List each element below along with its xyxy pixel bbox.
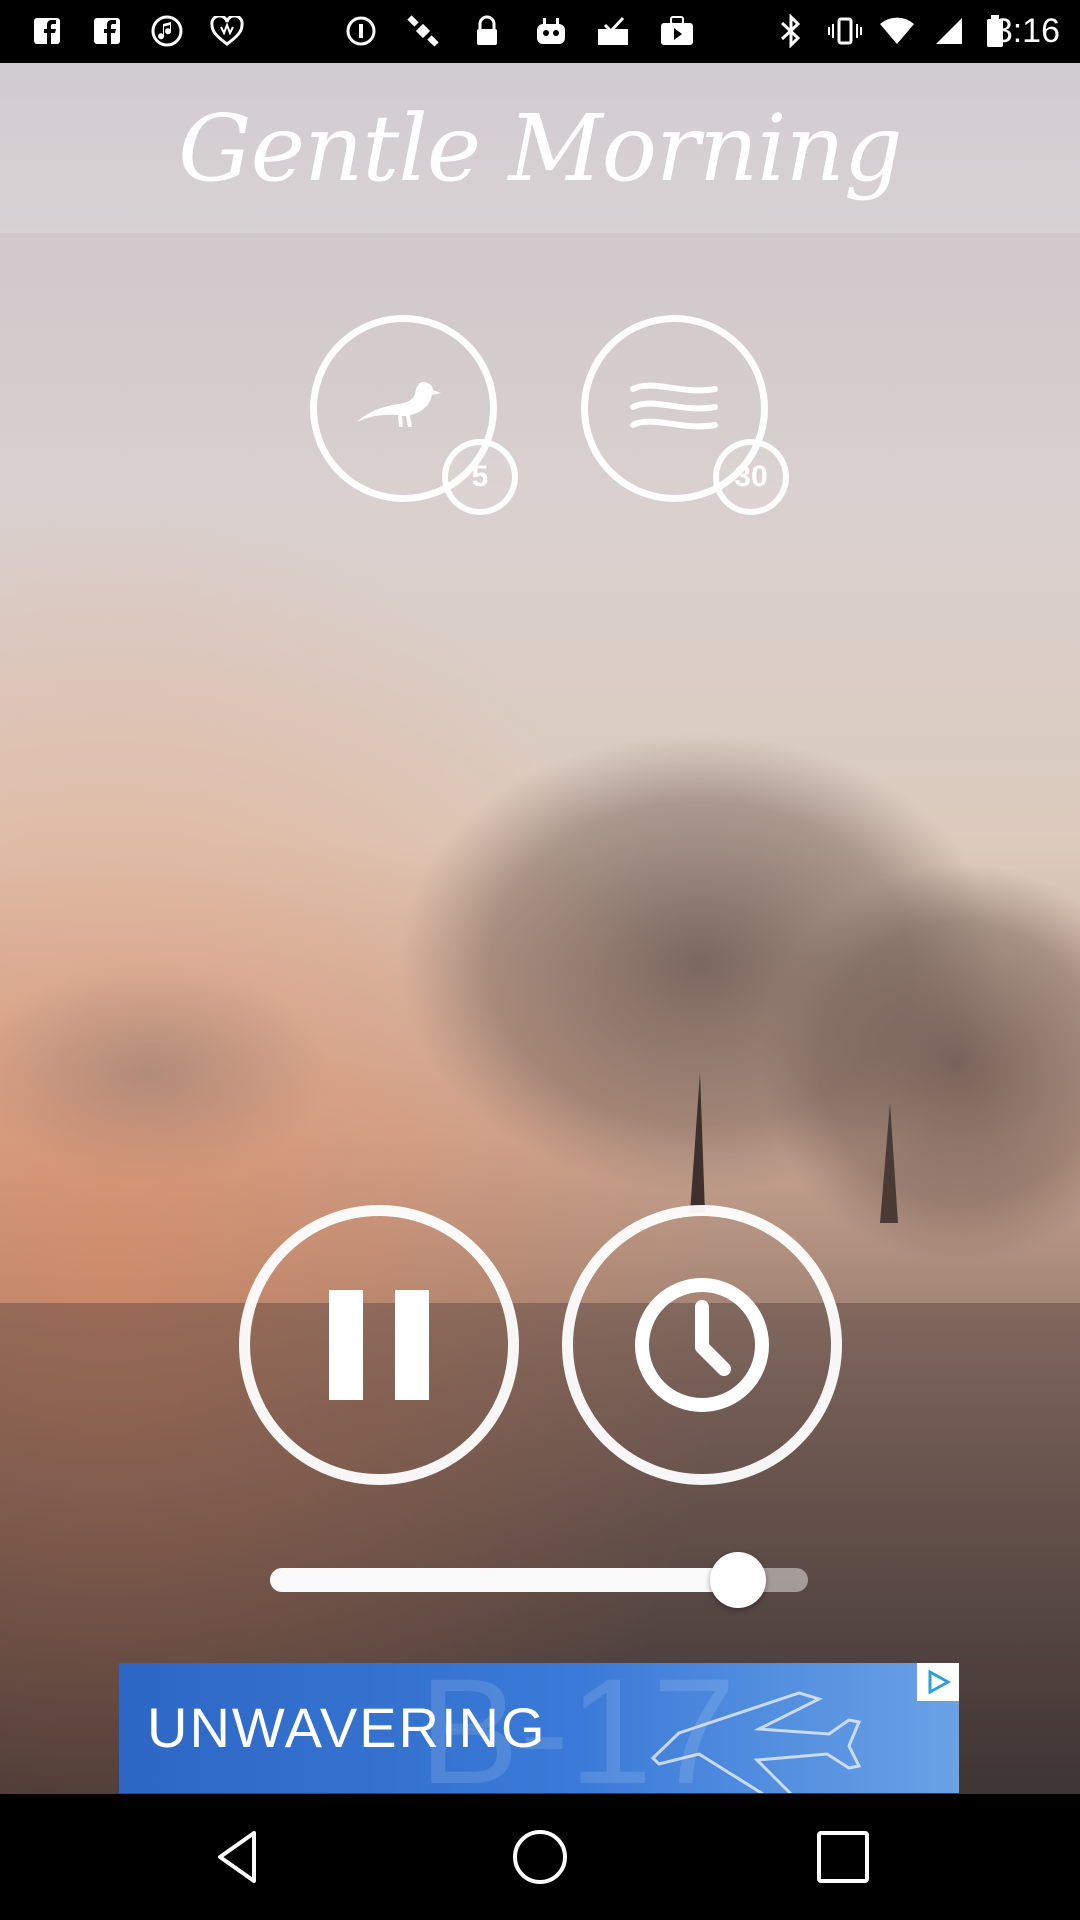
bluetooth-icon [772,12,810,50]
birds-sound-button[interactable]: 5 [310,315,525,515]
wind-volume-badge: 30 [713,439,789,515]
recents-icon[interactable] [813,1827,873,1887]
music-icon [148,12,186,50]
adchoices-icon[interactable] [917,1663,959,1701]
home-icon[interactable] [510,1827,570,1887]
pause-icon [329,1290,429,1400]
back-icon[interactable] [208,1827,268,1887]
lock-icon [468,12,506,50]
wind-icon [630,382,718,430]
facebook-icon [88,12,126,50]
title-bar: Gentle Morning [0,63,1080,233]
page-title: Gentle Morning [178,94,903,202]
volume-slider-fill [270,1568,739,1592]
checklist-icon [594,12,632,50]
iheart-icon [208,12,246,50]
robot-icon [532,12,570,50]
bird-icon [357,382,441,427]
info-icon [342,12,380,50]
ad-headline: UNWAVERING [147,1696,547,1759]
status-clock: 3:16 [993,12,1060,50]
clock-icon [635,1278,769,1412]
background-scene: Gentle Morning 5 30 B-17 UNWAVERING [0,63,1080,1794]
status-bar: 3:16 [0,0,1080,63]
tree-background-image [0,733,1080,1794]
pause-button[interactable] [239,1205,519,1485]
signal-icon [930,12,968,50]
birds-volume-badge: 5 [442,439,518,515]
satellite-icon [404,12,442,50]
wifi-icon [878,12,916,50]
wind-sound-button[interactable]: 30 [581,315,796,515]
vibrate-icon [826,12,864,50]
timer-button[interactable] [562,1205,842,1485]
ad-banner[interactable]: B-17 UNWAVERING [119,1663,959,1793]
facebook-icon [28,12,66,50]
volume-slider[interactable] [270,1552,808,1608]
volume-slider-thumb[interactable] [710,1552,767,1608]
youtube-icon [658,12,696,50]
navigation-bar [0,1794,1080,1920]
